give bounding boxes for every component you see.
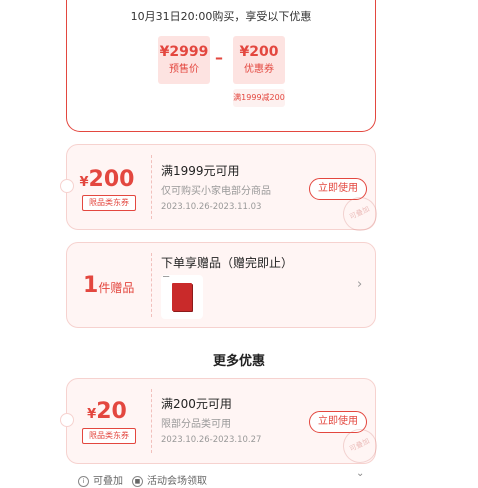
coupon-type-tag: 限品类东券 xyxy=(82,195,136,211)
chevron-down-icon[interactable]: ⌄ xyxy=(356,468,364,479)
coupon-divider xyxy=(151,389,153,453)
coupon-type-tag: 限品类东券 xyxy=(82,428,136,444)
more-offers-title: 更多优惠 xyxy=(212,354,265,369)
presale-price: ¥2999 xyxy=(159,44,209,60)
coupon-description: 仅可购买小家电部分商品 xyxy=(161,186,271,197)
gift-notebook-image[interactable]: ▔▔ xyxy=(161,275,203,319)
gift-title: 下单享赠品（赠完即止） xyxy=(161,256,294,270)
coupon-card: ¥20 限品类东券 满200元可用 限部分品类可用 2023.10.26-202… xyxy=(60,378,383,469)
presale-offer-card: 10月31日20:00购买，享受以下优惠 ¥2999 预售价 – ¥200 优惠… xyxy=(66,0,376,132)
coupon-description: 限部分品类可用 xyxy=(161,419,231,430)
minus-sign: – xyxy=(215,48,223,67)
stack-icon: i xyxy=(78,475,89,487)
gift-card[interactable]: 1件赠品 下单享赠品（赠完即止） ▔▔ › xyxy=(66,242,376,328)
coupon-amount: ¥200 xyxy=(79,167,135,192)
coupon-amount: ¥20 xyxy=(87,399,127,424)
coupon-discount-value: ¥200 xyxy=(239,44,279,60)
presale-note: 10月31日20:00购买，享受以下优惠 xyxy=(130,10,312,23)
activity-venue-info: ■ 活动会场领取 xyxy=(132,472,207,487)
coupon-title: 满1999元可用 xyxy=(161,164,240,178)
presale-price-box: ¥2999 预售价 xyxy=(158,36,210,84)
gift-divider xyxy=(151,253,153,317)
coupon-discount-label: 优惠券 xyxy=(244,64,274,75)
presale-price-label: 预售价 xyxy=(169,64,199,75)
coupon-discount-box: ¥200 优惠券 xyxy=(233,36,285,84)
chevron-right-icon[interactable]: › xyxy=(357,277,362,292)
coupon-divider xyxy=(151,155,153,219)
coupon-title: 满200元可用 xyxy=(161,397,232,411)
coupon-validity: 2023.10.26-2023.10.27 xyxy=(161,435,262,445)
coupon-condition-tag: 满1999减200 xyxy=(233,89,285,107)
coupon-card: ¥200 限品类东券 满1999元可用 仅可购买小家电部分商品 2023.10.… xyxy=(60,144,383,237)
stackable-indicator: i 可叠加 xyxy=(78,472,123,487)
gift-count: 1件赠品 xyxy=(83,273,135,298)
coupon-validity: 2023.10.26-2023.11.03 xyxy=(161,202,262,212)
notebook-icon xyxy=(172,283,192,311)
venue-icon: ■ xyxy=(132,475,143,487)
gift-brand-label: ▔▔ xyxy=(163,276,170,281)
